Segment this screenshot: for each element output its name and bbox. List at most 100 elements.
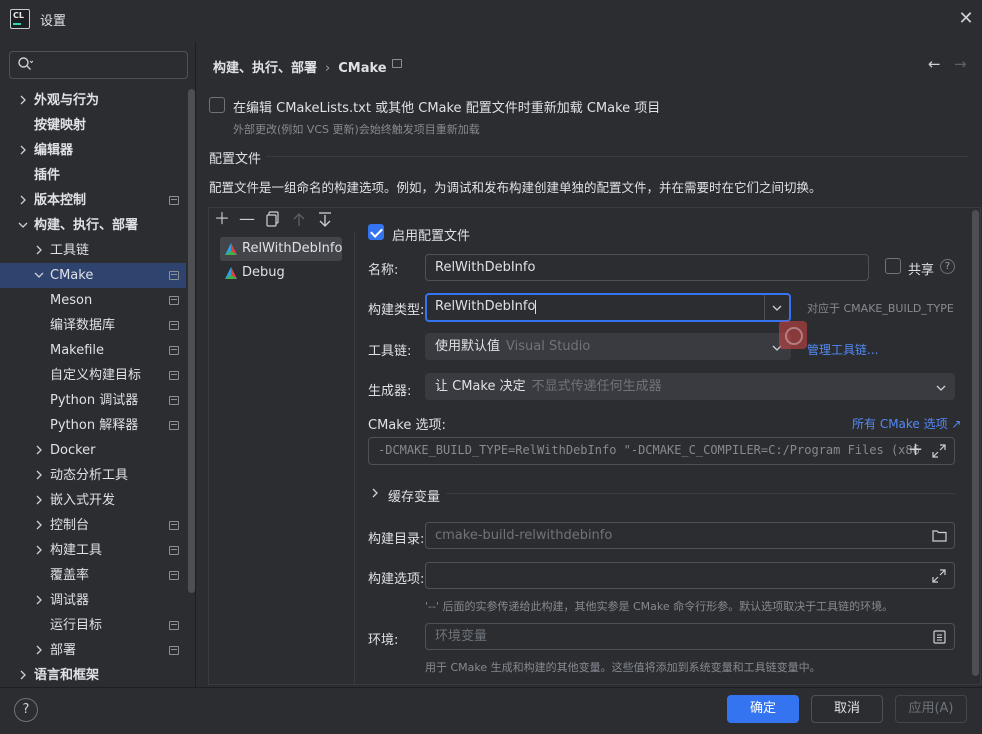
app-logo: CL xyxy=(10,9,30,29)
sidebar-item[interactable]: 插件 xyxy=(0,163,186,188)
environment-hint: 用于 CMake 生成和构建的其他变量。这些值将添加到系统变量和工具链变量中。 xyxy=(425,661,821,674)
sidebar-item[interactable]: 语言和框架 xyxy=(0,663,186,688)
sidebar-item[interactable]: 动态分析工具 xyxy=(0,463,186,488)
build-dir-label: 构建目录: xyxy=(368,532,425,547)
cache-variables-toggle[interactable]: 缓存变量 xyxy=(388,486,440,505)
help-button[interactable]: ? xyxy=(14,698,38,722)
sidebar-item[interactable]: 工具链 xyxy=(0,238,186,263)
share-label: 共享 xyxy=(908,263,935,278)
sidebar-item[interactable]: 构建工具 xyxy=(0,538,186,563)
sidebar-item-label: 控制台 xyxy=(50,518,90,533)
app-logo-text: CL xyxy=(13,11,24,20)
chevron-right-icon[interactable] xyxy=(34,495,44,505)
cancel-button[interactable]: 取消 xyxy=(811,695,883,723)
add-icon[interactable]: + xyxy=(908,439,923,460)
profile-item-debug[interactable]: Debug xyxy=(220,261,342,285)
sidebar-item[interactable]: 部署 xyxy=(0,638,186,663)
environment-input[interactable]: 环境变量 xyxy=(425,623,955,650)
profile-item-relwithdebinfo[interactable]: RelWithDebInfo xyxy=(220,237,342,261)
toolchain-dropdown[interactable]: 使用默认值 Visual Studio xyxy=(425,333,791,360)
sidebar-item[interactable]: 外观与行为 xyxy=(0,88,186,113)
window-title: 设置 xyxy=(40,14,67,29)
chevron-right-icon[interactable] xyxy=(18,195,28,205)
chevron-right-icon[interactable] xyxy=(34,520,44,530)
chevron-right-icon[interactable] xyxy=(18,95,28,105)
profiles-section-title: 配置文件 xyxy=(209,152,262,167)
close-icon[interactable]: ✕ xyxy=(956,9,976,29)
expand-icon[interactable] xyxy=(932,444,946,458)
sidebar-item[interactable]: Meson xyxy=(0,288,186,313)
sidebar-item[interactable]: 编译数据库 xyxy=(0,313,186,338)
search-icon xyxy=(18,57,33,70)
add-icon[interactable]: ＋ xyxy=(214,210,230,228)
build-options-input[interactable] xyxy=(425,562,955,589)
share-checkbox[interactable] xyxy=(885,258,901,274)
breadcrumb-separator: › xyxy=(325,61,331,76)
sidebar-scrollbar[interactable] xyxy=(188,89,195,593)
chevron-right-icon[interactable] xyxy=(34,595,44,605)
ok-button[interactable]: 确定 xyxy=(727,695,799,723)
chevron-right-icon[interactable] xyxy=(18,145,28,155)
chevron-right-icon[interactable] xyxy=(34,545,44,555)
folder-icon[interactable] xyxy=(932,529,947,542)
chevron-down-icon[interactable] xyxy=(936,385,946,391)
sidebar-item[interactable]: 嵌入式开发 xyxy=(0,488,186,513)
sidebar-item[interactable]: 编辑器 xyxy=(0,138,186,163)
breadcrumb-parent[interactable]: 构建、执行、部署 xyxy=(213,61,317,76)
project-level-icon xyxy=(169,196,179,205)
reload-hint: 外部更改(例如 VCS 更新)会始终触发项目重新加载 xyxy=(233,123,480,136)
sidebar-item[interactable]: CMake xyxy=(0,263,186,288)
form-scrollbar[interactable] xyxy=(972,210,979,676)
build-dir-input[interactable]: cmake-build-relwithdebinfo xyxy=(425,522,955,549)
chevron-right-icon[interactable] xyxy=(34,445,44,455)
sidebar-item[interactable]: Python 调试器 xyxy=(0,388,186,413)
sidebar-item-label: 编辑器 xyxy=(34,143,74,158)
chevron-right-icon[interactable] xyxy=(371,488,379,498)
chevron-right-icon[interactable] xyxy=(34,645,44,655)
copy-icon[interactable] xyxy=(266,211,280,227)
chevron-down-icon[interactable] xyxy=(772,305,782,311)
help-icon[interactable]: ? xyxy=(940,259,955,274)
generator-dropdown[interactable]: 让 CMake 决定 不显式传递任何生成器 xyxy=(425,373,955,400)
sidebar-item-label: 语言和框架 xyxy=(34,668,100,683)
enable-profile-checkbox[interactable] xyxy=(368,224,384,240)
sidebar-item[interactable]: 按键映射 xyxy=(0,113,186,138)
sidebar-item[interactable]: 控制台 xyxy=(0,513,186,538)
manage-toolchains-link[interactable]: 管理工具链... xyxy=(807,341,878,358)
sidebar-item[interactable]: Makefile xyxy=(0,338,186,363)
chevron-down-icon[interactable] xyxy=(18,220,28,230)
apply-button[interactable]: 应用(A) xyxy=(895,695,967,723)
name-input[interactable]: RelWithDebInfo xyxy=(425,254,869,281)
chevron-down-icon[interactable] xyxy=(34,270,44,280)
sidebar-item[interactable]: Python 解释器 xyxy=(0,413,186,438)
reload-checkbox[interactable] xyxy=(209,97,225,113)
sidebar-item[interactable]: 运行目标 xyxy=(0,613,186,638)
build-type-combobox[interactable]: RelWithDebInfo xyxy=(425,293,791,322)
move-down-icon[interactable] xyxy=(318,212,332,227)
sidebar-item-label: 嵌入式开发 xyxy=(50,493,116,508)
back-arrow-icon[interactable]: ← xyxy=(928,55,941,73)
remove-icon[interactable]: — xyxy=(239,210,255,228)
sidebar-item-label: 外观与行为 xyxy=(34,93,100,108)
forward-arrow-icon[interactable]: → xyxy=(954,55,967,73)
sidebar-item[interactable]: 构建、执行、部署 xyxy=(0,213,186,238)
sidebar-item[interactable]: 调试器 xyxy=(0,588,186,613)
chevron-right-icon[interactable] xyxy=(18,670,28,680)
chevron-right-icon[interactable] xyxy=(34,470,44,480)
sidebar-item[interactable]: Docker xyxy=(0,438,186,463)
search-input[interactable] xyxy=(9,51,188,79)
cmake-options-input[interactable]: -DCMAKE_BUILD_TYPE=RelWithDebInfo "-DCMA… xyxy=(368,437,955,465)
chevron-right-icon[interactable] xyxy=(34,245,44,255)
sidebar-item[interactable]: 自定义构建目标 xyxy=(0,363,186,388)
document-icon[interactable] xyxy=(933,630,946,644)
project-level-icon xyxy=(169,371,179,380)
loading-icon xyxy=(779,321,807,349)
move-up-icon[interactable] xyxy=(292,212,306,227)
all-cmake-options-link[interactable]: 所有 CMake 选项 ↗ xyxy=(852,415,962,432)
cmake-options-label: CMake 选项: xyxy=(368,418,446,433)
sidebar-item-label: Makefile xyxy=(50,343,105,358)
combobox-divider xyxy=(764,295,765,320)
sidebar-item[interactable]: 覆盖率 xyxy=(0,563,186,588)
expand-icon[interactable] xyxy=(932,569,946,583)
sidebar-item[interactable]: 版本控制 xyxy=(0,188,186,213)
